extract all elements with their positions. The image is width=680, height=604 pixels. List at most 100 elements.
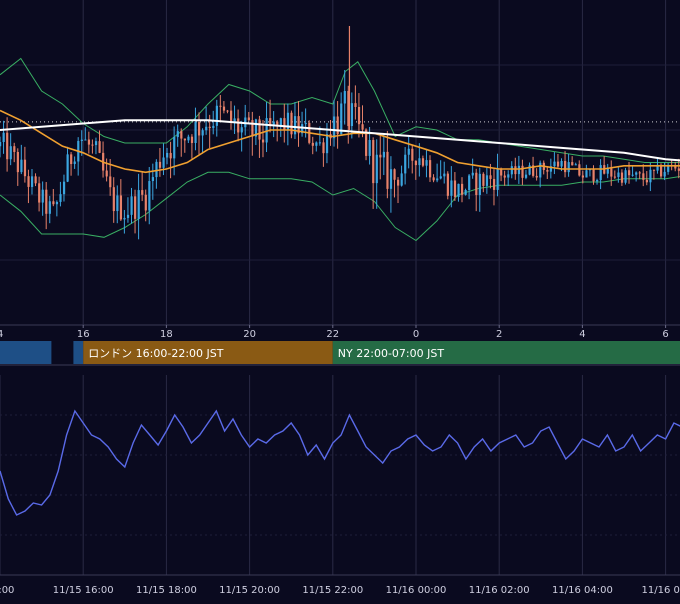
candle-body <box>421 158 425 166</box>
candle-body <box>84 139 87 141</box>
candle-body <box>222 106 226 111</box>
candle-body <box>556 161 560 167</box>
candle-body <box>507 174 510 178</box>
candle-body <box>109 176 112 188</box>
price-x-tick-label: 22 <box>326 329 339 340</box>
candle-body <box>411 148 414 161</box>
candle-body <box>585 170 588 178</box>
osc-x-tick-label: 11/16 02:00 <box>469 585 530 596</box>
candle-body <box>453 180 457 197</box>
candle-body <box>293 116 297 135</box>
candle-body <box>38 183 41 203</box>
candle-body <box>158 161 162 168</box>
candle-body <box>258 119 261 140</box>
candle-body <box>187 136 190 141</box>
candle-body <box>500 169 503 176</box>
candle-body <box>535 175 538 178</box>
candle-body <box>91 144 94 146</box>
candle-body <box>485 175 489 186</box>
candle-body <box>492 178 496 190</box>
candle-body <box>489 175 492 179</box>
candle-body <box>20 159 23 173</box>
candle-body <box>400 173 403 186</box>
candle-body <box>468 175 471 191</box>
candle-body <box>592 168 595 182</box>
candle-body <box>251 120 254 137</box>
candle-body <box>546 170 549 172</box>
candle-body <box>205 126 208 131</box>
chart-svg: 4 16 18 20 22 0 2 4 6 ロンドン 16:00-22:00 JST NY 22:… <box>0 0 680 600</box>
osc-x-tick-label: 14:00 <box>0 585 14 596</box>
session-london-label: ロンドン 16:00-22:00 JST <box>88 347 224 360</box>
candle-body <box>2 132 5 143</box>
candle-body <box>52 201 55 205</box>
candle-body <box>514 166 517 175</box>
candle-body <box>414 160 417 166</box>
candle-body <box>517 165 521 175</box>
osc-x-tick-label: 11/15 20:00 <box>219 585 280 596</box>
candle-body <box>162 157 165 168</box>
candle-body <box>237 118 240 133</box>
candle-body <box>660 164 663 177</box>
candle-body <box>215 105 218 126</box>
candle-body <box>229 110 233 123</box>
candle-body <box>361 124 364 130</box>
candle-body <box>59 194 62 202</box>
osc-x-tick-label: 11/16 00:00 <box>386 585 447 596</box>
candle-body <box>368 140 371 156</box>
candle-body <box>0 142 2 147</box>
candle-body <box>539 162 542 178</box>
candle-body <box>169 152 172 159</box>
candle-body <box>475 172 478 195</box>
oscillator-x-axis: 14:00 11/15 16:00 11/15 18:00 11/15 20:00 11… <box>0 585 680 596</box>
candle-body <box>226 110 229 112</box>
candle-body <box>201 130 204 136</box>
candle-body <box>41 189 44 203</box>
candle-body <box>279 118 282 126</box>
candle-body <box>560 160 563 167</box>
candle-body <box>34 176 37 184</box>
candle-body <box>311 142 314 146</box>
candle-body <box>87 139 91 145</box>
candle-body <box>404 154 407 174</box>
candle-body <box>173 137 176 159</box>
candle-body <box>464 190 467 195</box>
candle-body <box>336 116 339 135</box>
candle-body <box>553 161 556 167</box>
price-x-tick-label: 16 <box>77 329 90 340</box>
candle-body <box>375 154 378 184</box>
candle-body <box>94 141 98 146</box>
candle-body <box>379 154 382 158</box>
candle-body <box>208 126 211 129</box>
candle-body <box>354 103 357 107</box>
candle-body <box>55 201 59 205</box>
candle-body <box>571 162 574 166</box>
candle-body <box>6 132 9 160</box>
candle-body <box>137 190 140 219</box>
candle-body <box>446 173 449 196</box>
candle-body <box>407 148 410 155</box>
candle-body <box>48 201 51 214</box>
candle-body <box>613 176 617 178</box>
candle-body <box>393 169 396 180</box>
candle-body <box>628 170 631 176</box>
candle-body <box>496 169 499 190</box>
candle-body <box>9 146 12 160</box>
candle-body <box>141 190 144 195</box>
candle-body <box>617 172 620 178</box>
candle-body <box>148 181 151 211</box>
candle-body <box>261 139 265 143</box>
candle-body <box>652 169 656 171</box>
candle-body <box>638 172 641 174</box>
candle-body <box>574 164 577 166</box>
candle-body <box>343 90 346 104</box>
candle-body <box>620 172 624 183</box>
candle-body <box>578 164 581 176</box>
candle-body <box>478 173 481 195</box>
candle-body <box>123 217 126 220</box>
candle-body <box>596 180 599 182</box>
price-x-tick-label: 18 <box>160 329 173 340</box>
candle-body <box>429 160 432 178</box>
candle-body <box>73 161 76 165</box>
candle-body <box>436 178 439 181</box>
